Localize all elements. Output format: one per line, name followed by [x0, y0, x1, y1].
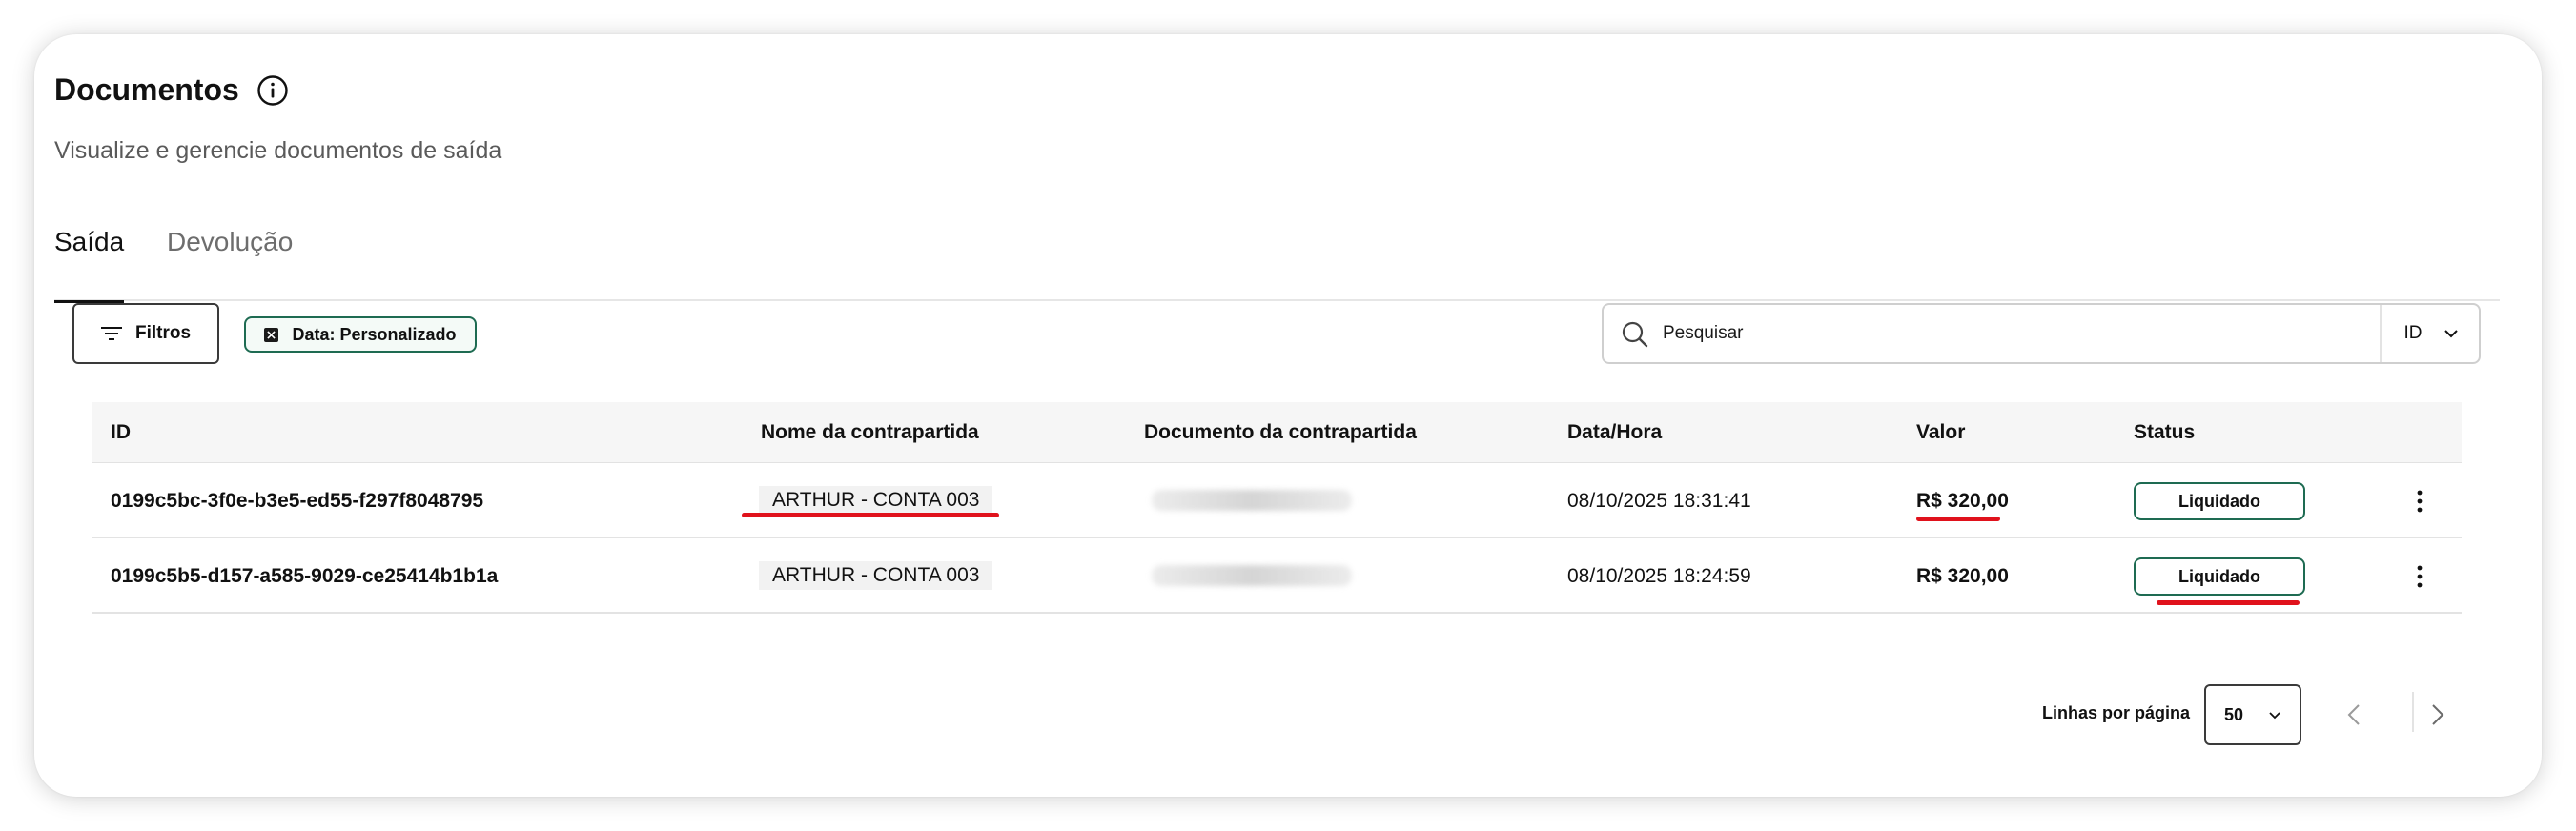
filters-button[interactable]: Filtros [72, 303, 219, 364]
filter-icon [100, 327, 122, 340]
column-header-value: Valor [1916, 421, 1966, 443]
chevron-left-icon[interactable] [2340, 699, 2370, 730]
more-options-icon[interactable] [2408, 489, 2431, 514]
rows-per-page-select[interactable]: 50 [2204, 684, 2301, 745]
row-id: 0199c5bc-3f0e-b3e5-ed55-f297f8048795 [111, 490, 484, 512]
tab-saida[interactable]: Saída [54, 215, 125, 303]
page-title: Documentos [54, 72, 239, 107]
rows-per-page-label: Linhas por página [2042, 703, 2191, 722]
filters-button-label: Filtros [134, 323, 192, 343]
row-id: 0199c5b5-d157-a585-9029-ce25414b1b1a [111, 565, 499, 587]
chevron-down-icon [2443, 330, 2458, 338]
date-filter-chip[interactable]: Data: Personalizado [244, 316, 477, 353]
chevron-down-icon [2269, 711, 2280, 719]
close-icon[interactable] [264, 327, 279, 342]
table-row[interactable]: 0199c5bc-3f0e-b3e5-ed55-f297f8048795 ART… [92, 463, 2462, 538]
annotation-underline-value [1916, 517, 2000, 521]
title-row: Documentos [54, 72, 289, 108]
annotation-underline-name [742, 513, 999, 517]
search-field-value: ID [2403, 323, 2423, 343]
row-name: ARTHUR - CONTA 003 [759, 486, 993, 515]
search-field-select[interactable]: ID [2382, 305, 2481, 362]
row-datetime: 08/10/2025 18:31:41 [1567, 490, 1751, 512]
tabs: Saída Devolução [54, 215, 2500, 303]
documents-card: Documentos Visualize e gerencie document… [34, 34, 2542, 797]
documents-table: ID Nome da contrapartida Documento da co… [92, 402, 2462, 614]
row-datetime: 08/10/2025 18:24:59 [1567, 565, 1751, 587]
column-header-id: ID [111, 421, 131, 443]
search-icon [1622, 321, 1648, 348]
column-header-status: Status [2134, 421, 2196, 443]
pagination-divider [2412, 692, 2414, 732]
row-document-redacted [1152, 490, 1352, 511]
row-document-redacted [1152, 565, 1352, 586]
chevron-right-icon[interactable] [2422, 699, 2452, 730]
search-bar: ID [1602, 303, 2481, 364]
date-filter-chip-label: Data: Personalizado [292, 324, 457, 344]
row-value: R$ 320,00 [1916, 490, 2009, 512]
info-icon[interactable] [256, 74, 289, 107]
status-badge: Liquidado [2134, 557, 2305, 596]
page-subtitle: Visualize e gerencie documentos de saída [54, 137, 502, 164]
tab-devolucao[interactable]: Devolução [167, 215, 293, 301]
rows-per-page-value: 50 [2223, 704, 2244, 724]
status-badge: Liquidado [2134, 482, 2305, 520]
search-input[interactable] [1663, 314, 2368, 353]
row-value: R$ 320,00 [1916, 565, 2009, 587]
column-header-document: Documento da contrapartida [1144, 421, 1417, 443]
row-name: ARTHUR - CONTA 003 [759, 561, 993, 590]
annotation-underline-status [2157, 600, 2300, 605]
table-header: ID Nome da contrapartida Documento da co… [92, 402, 2462, 463]
more-options-icon[interactable] [2408, 564, 2431, 589]
column-header-datetime: Data/Hora [1567, 421, 1663, 443]
table-row[interactable]: 0199c5b5-d157-a585-9029-ce25414b1b1a ART… [92, 538, 2462, 614]
column-header-name: Nome da contrapartida [761, 421, 979, 443]
